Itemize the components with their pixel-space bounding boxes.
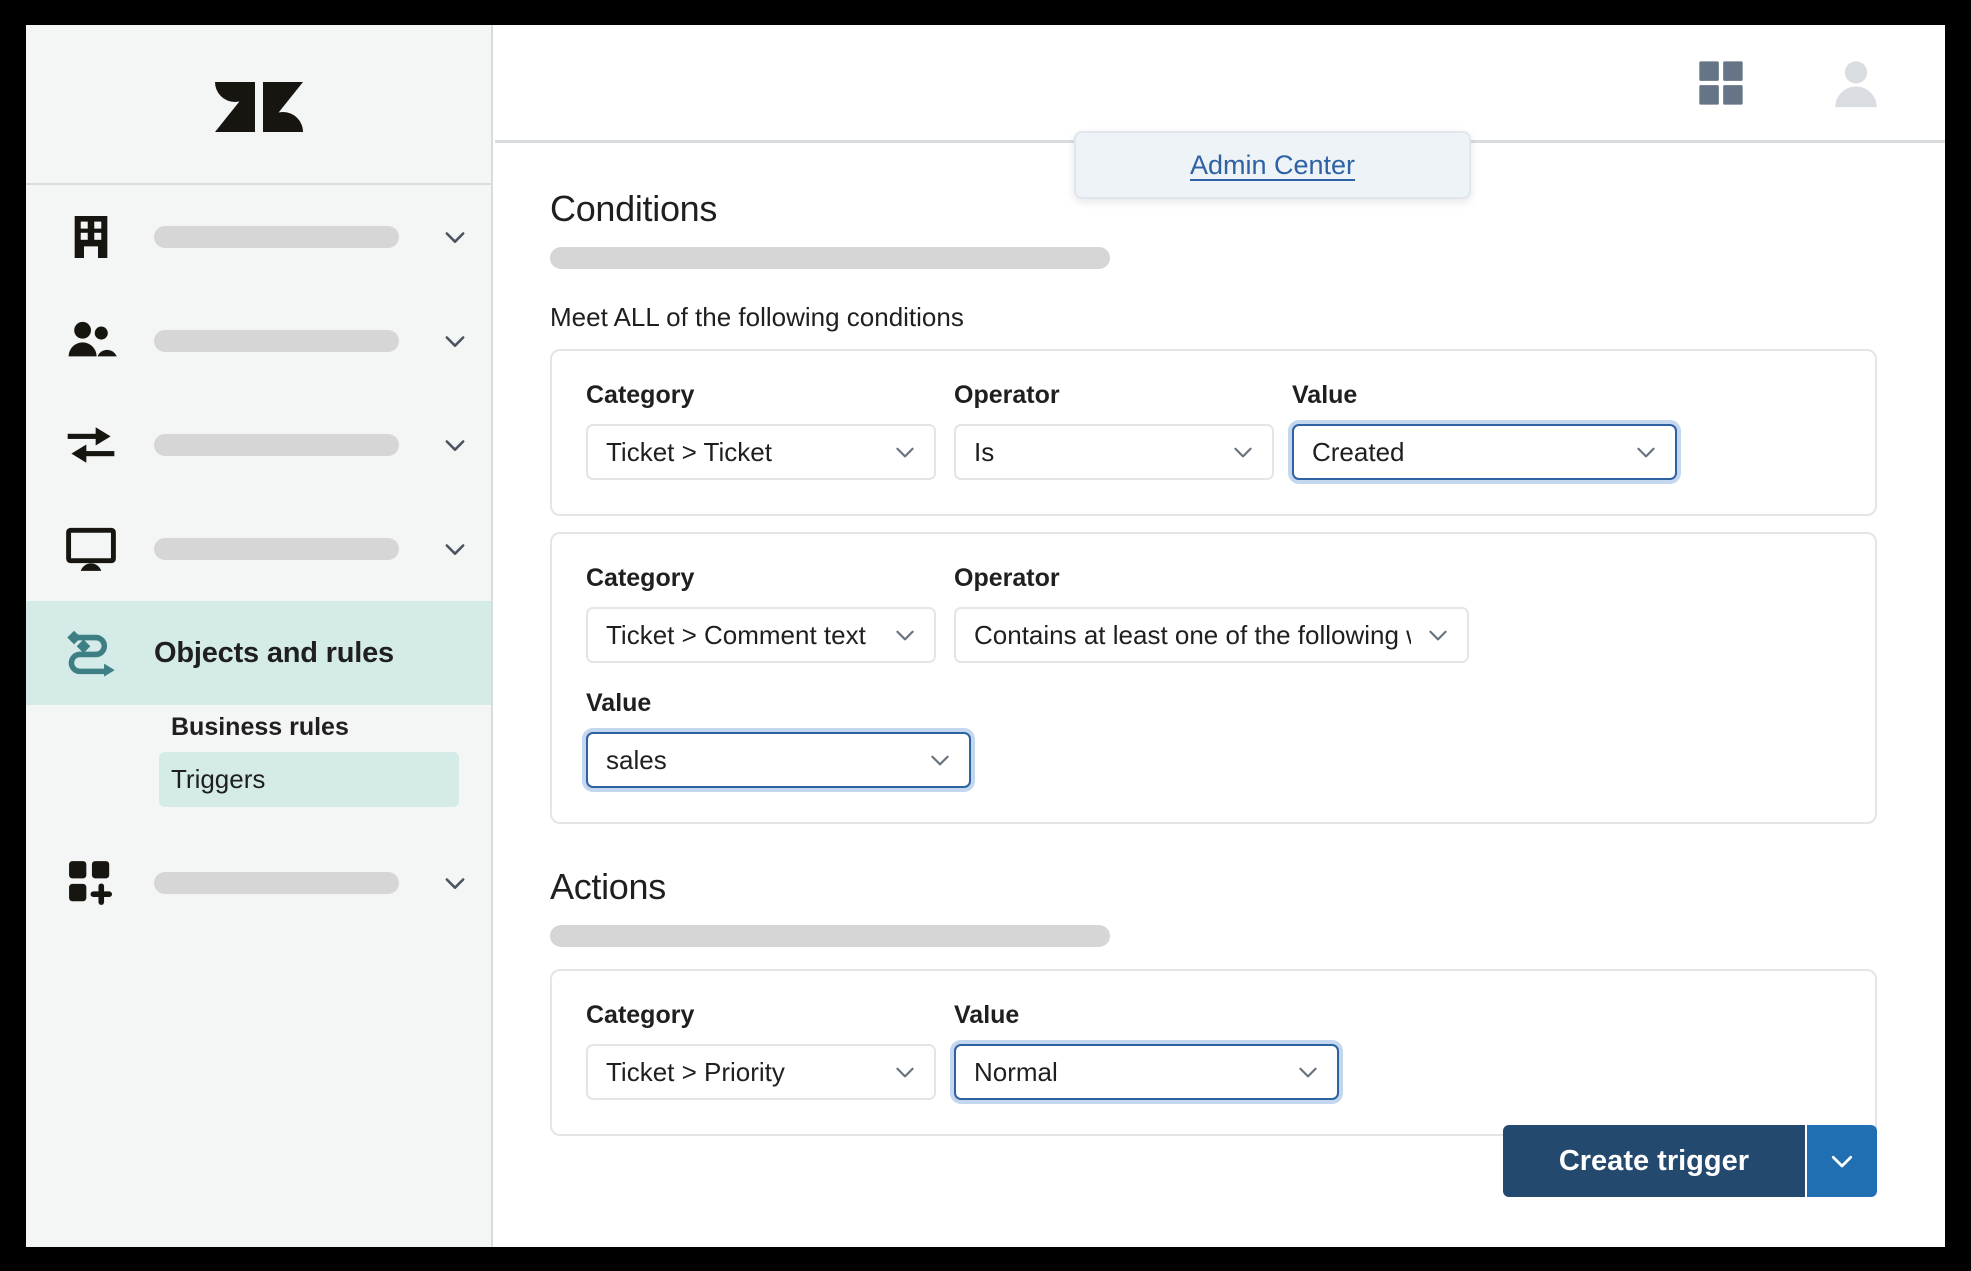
grid-apps-icon[interactable] bbox=[1695, 57, 1747, 109]
chevron-down-icon[interactable] bbox=[441, 223, 469, 251]
chevron-down-icon[interactable] bbox=[441, 535, 469, 563]
admin-center-popover: Admin Center bbox=[1074, 131, 1471, 199]
footer-actions: Create trigger bbox=[1502, 1125, 1877, 1197]
condition-value-select[interactable]: Created bbox=[1292, 424, 1677, 480]
sidebar: Objects and rules Business rules Trigger… bbox=[26, 25, 493, 1247]
chevron-down-icon bbox=[1295, 1059, 1321, 1085]
condition-value-value: Created bbox=[1312, 436, 1405, 467]
condition-operator-field: Operator Contains at least one of the fo… bbox=[954, 564, 1469, 663]
condition-card: Category Ticket > Ticket Operator Is Val… bbox=[550, 349, 1877, 516]
conditions-meet-text: Meet ALL of the following conditions bbox=[550, 302, 964, 332]
action-card: Category Ticket > Priority Value Normal bbox=[550, 969, 1877, 1136]
sidebar-item-label-placeholder bbox=[154, 538, 399, 560]
condition-operator-value: Contains at least one of the following w… bbox=[974, 619, 1411, 650]
page-title-actions: Actions bbox=[550, 866, 666, 907]
field-label-category: Category bbox=[586, 1001, 695, 1029]
actions-description-placeholder bbox=[550, 925, 1110, 947]
sidebar-item-label-placeholder bbox=[154, 330, 399, 352]
field-label-category: Category bbox=[586, 381, 695, 409]
chevron-down-icon bbox=[892, 622, 918, 648]
chevron-down-icon bbox=[892, 439, 918, 465]
admin-center-link[interactable]: Admin Center bbox=[1190, 150, 1355, 181]
chevron-down-icon[interactable] bbox=[441, 869, 469, 897]
sidebar-item-label-placeholder bbox=[154, 872, 399, 894]
objects-rules-icon bbox=[60, 622, 122, 684]
condition-category-value: Ticket > Ticket bbox=[606, 436, 772, 467]
chevron-down-icon bbox=[1633, 439, 1659, 465]
condition-operator-field: Operator Is bbox=[954, 381, 1274, 480]
action-value-value: Normal bbox=[974, 1056, 1058, 1087]
condition-category-field: Category Ticket > Comment text bbox=[586, 564, 936, 663]
field-label-category: Category bbox=[586, 564, 695, 592]
content-area: Conditions Meet ALL of the following con… bbox=[495, 25, 1945, 1247]
sidebar-item-channels[interactable] bbox=[26, 393, 491, 497]
condition-row: Category Ticket > Ticket Operator Is Val… bbox=[586, 381, 1841, 480]
workspace-monitor-icon bbox=[60, 518, 122, 580]
transfer-arrows-icon bbox=[60, 414, 122, 476]
action-category-select[interactable]: Ticket > Priority bbox=[586, 1044, 936, 1100]
condition-value-field: Value sales bbox=[586, 689, 971, 788]
create-trigger-dropdown-button[interactable] bbox=[1805, 1125, 1877, 1197]
chevron-down-icon[interactable] bbox=[441, 431, 469, 459]
chevron-down-icon bbox=[927, 747, 953, 773]
field-label-value: Value bbox=[1292, 381, 1358, 409]
sidebar-item-label-placeholder bbox=[154, 434, 399, 456]
condition-category-select[interactable]: Ticket > Ticket bbox=[586, 424, 936, 480]
condition-value-row: Value sales bbox=[586, 689, 1841, 788]
sidebar-item-label: Objects and rules bbox=[154, 636, 394, 669]
condition-row: Category Ticket > Comment text Operator bbox=[586, 564, 1841, 663]
condition-operator-select[interactable]: Contains at least one of the following w… bbox=[954, 607, 1469, 663]
condition-operator-select[interactable]: Is bbox=[954, 424, 1274, 480]
condition-category-value: Ticket > Comment text bbox=[606, 619, 866, 650]
people-icon bbox=[60, 310, 122, 372]
sidebar-item-label-placeholder bbox=[154, 226, 399, 248]
zendesk-logo[interactable] bbox=[26, 25, 491, 185]
sidebar-item-objects-and-rules[interactable]: Objects and rules bbox=[26, 601, 491, 705]
sidebar-item-apps-and-integrations[interactable] bbox=[26, 831, 491, 935]
action-value-field: Value Normal bbox=[954, 1001, 1339, 1100]
building-icon bbox=[60, 206, 122, 268]
sidebar-item-people[interactable] bbox=[26, 289, 491, 393]
sidebar-item-triggers[interactable]: Triggers bbox=[159, 752, 459, 807]
zendesk-logo-icon bbox=[214, 82, 303, 132]
chevron-down-icon bbox=[1425, 622, 1451, 648]
apps-add-icon bbox=[60, 852, 122, 914]
chevron-down-icon bbox=[892, 1059, 918, 1085]
sidebar-subheading-business-rules: Business rules bbox=[171, 713, 349, 741]
trigger-editor: Conditions Meet ALL of the following con… bbox=[495, 143, 1945, 1247]
field-label-operator: Operator bbox=[954, 381, 1060, 409]
sidebar-item-workspaces[interactable] bbox=[26, 497, 491, 601]
condition-value-field: Value Created bbox=[1292, 381, 1677, 480]
action-category-field: Category Ticket > Priority bbox=[586, 1001, 936, 1100]
action-category-value: Ticket > Priority bbox=[606, 1056, 785, 1087]
condition-value-select[interactable]: sales bbox=[586, 732, 971, 788]
application-window: Objects and rules Business rules Trigger… bbox=[26, 25, 1945, 1247]
action-value-select[interactable]: Normal bbox=[954, 1044, 1339, 1100]
user-avatar-icon[interactable] bbox=[1827, 54, 1885, 112]
sidebar-item-account[interactable] bbox=[26, 185, 491, 289]
field-label-value: Value bbox=[954, 1001, 1020, 1029]
condition-category-select[interactable]: Ticket > Comment text bbox=[586, 607, 936, 663]
screenshot-frame: Objects and rules Business rules Trigger… bbox=[0, 0, 1971, 1271]
field-label-value: Value bbox=[586, 689, 652, 717]
condition-value-value: sales bbox=[606, 744, 667, 775]
chevron-down-icon bbox=[1831, 1155, 1853, 1168]
condition-operator-value: Is bbox=[974, 436, 995, 467]
chevron-down-icon bbox=[1230, 439, 1256, 465]
action-row: Category Ticket > Priority Value Normal bbox=[586, 1001, 1841, 1100]
field-label-operator: Operator bbox=[954, 564, 1060, 592]
chevron-down-icon[interactable] bbox=[441, 327, 469, 355]
condition-category-field: Category Ticket > Ticket bbox=[586, 381, 936, 480]
top-bar bbox=[495, 25, 1945, 143]
condition-card: Category Ticket > Comment text Operator bbox=[550, 532, 1877, 824]
create-trigger-button[interactable]: Create trigger bbox=[1502, 1125, 1805, 1197]
conditions-description-placeholder bbox=[550, 247, 1110, 269]
